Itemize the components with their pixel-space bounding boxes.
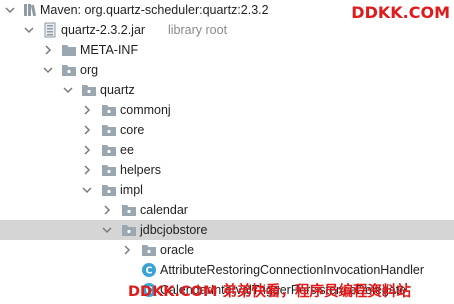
- chevron-right-icon[interactable]: [81, 100, 93, 120]
- tree-row-meta-inf[interactable]: META-INF: [0, 40, 454, 60]
- chevron-right-icon[interactable]: [121, 240, 133, 260]
- package-icon: [121, 202, 137, 218]
- package-icon: [101, 102, 117, 118]
- chevron-right-icon[interactable]: [42, 40, 54, 60]
- library-icon: [22, 2, 38, 18]
- watermark-top: DDKK.COM: [351, 3, 450, 22]
- tree-label: impl: [120, 183, 143, 197]
- chevron-down-icon[interactable]: [101, 220, 113, 240]
- tree-label: jdbcjobstore: [140, 223, 208, 237]
- svg-text:C: C: [146, 266, 153, 277]
- tree-row-org[interactable]: org: [0, 60, 454, 80]
- tree-row-impl[interactable]: impl: [0, 180, 454, 200]
- tree-row-jar[interactable]: quartz-2.3.2.jar library root: [0, 20, 454, 40]
- chevron-down-icon[interactable]: [81, 180, 93, 200]
- folder-icon: [61, 42, 77, 58]
- tree-row-helpers[interactable]: helpers: [0, 160, 454, 180]
- package-icon: [101, 142, 117, 158]
- project-tree: Maven: org.quartz-scheduler:quartz:2.3.2…: [0, 0, 454, 303]
- chevron-right-icon[interactable]: [81, 120, 93, 140]
- tree-row-calendar[interactable]: calendar: [0, 200, 454, 220]
- tree-label: META-INF: [80, 43, 139, 57]
- tree-label: helpers: [120, 163, 161, 177]
- package-icon: [101, 162, 117, 178]
- tree-row-commonj[interactable]: commonj: [0, 100, 454, 120]
- tree-row-oracle[interactable]: oracle: [0, 240, 454, 260]
- tree-label: quartz-2.3.2.jar: [61, 23, 146, 37]
- chevron-down-icon[interactable]: [4, 0, 16, 20]
- tree-row-jdbcjobstore[interactable]: jdbcjobstore: [0, 220, 454, 240]
- package-icon: [61, 62, 77, 78]
- package-icon: [141, 242, 157, 258]
- class-icon: C: [141, 262, 157, 278]
- chevron-down-icon[interactable]: [62, 80, 74, 100]
- tree-row-core[interactable]: core: [0, 120, 454, 140]
- tree-label: quartz: [100, 83, 135, 97]
- chevron-right-icon[interactable]: [81, 140, 93, 160]
- library-root-note: library root: [168, 23, 228, 37]
- tree-row-quartz[interactable]: quartz: [0, 80, 454, 100]
- tree-label: oracle: [160, 243, 195, 257]
- package-icon: [101, 182, 117, 198]
- tree-label: calendar: [140, 203, 188, 217]
- tree-label: ee: [120, 143, 134, 157]
- tree-label: AttributeRestoringConnectionInvocationHa…: [160, 263, 425, 277]
- tree-row-ee[interactable]: ee: [0, 140, 454, 160]
- tree-label: Maven: org.quartz-scheduler:quartz:2.3.2: [40, 3, 269, 17]
- tree-label: commonj: [120, 103, 171, 117]
- package-icon: [121, 222, 137, 238]
- chevron-down-icon[interactable]: [23, 20, 35, 40]
- jar-icon: [42, 22, 58, 38]
- tree-label: core: [120, 123, 145, 137]
- tree-label: org: [80, 63, 99, 77]
- package-icon: [101, 122, 117, 138]
- chevron-right-icon[interactable]: [101, 200, 113, 220]
- tree-row-class[interactable]: C AttributeRestoringConnectionInvocation…: [0, 260, 454, 280]
- chevron-right-icon[interactable]: [81, 160, 93, 180]
- chevron-down-icon[interactable]: [42, 60, 54, 80]
- watermark-bottom: DDKK.COM 弟弟快看，程序员编程资料站: [128, 284, 411, 300]
- package-icon: [81, 82, 97, 98]
